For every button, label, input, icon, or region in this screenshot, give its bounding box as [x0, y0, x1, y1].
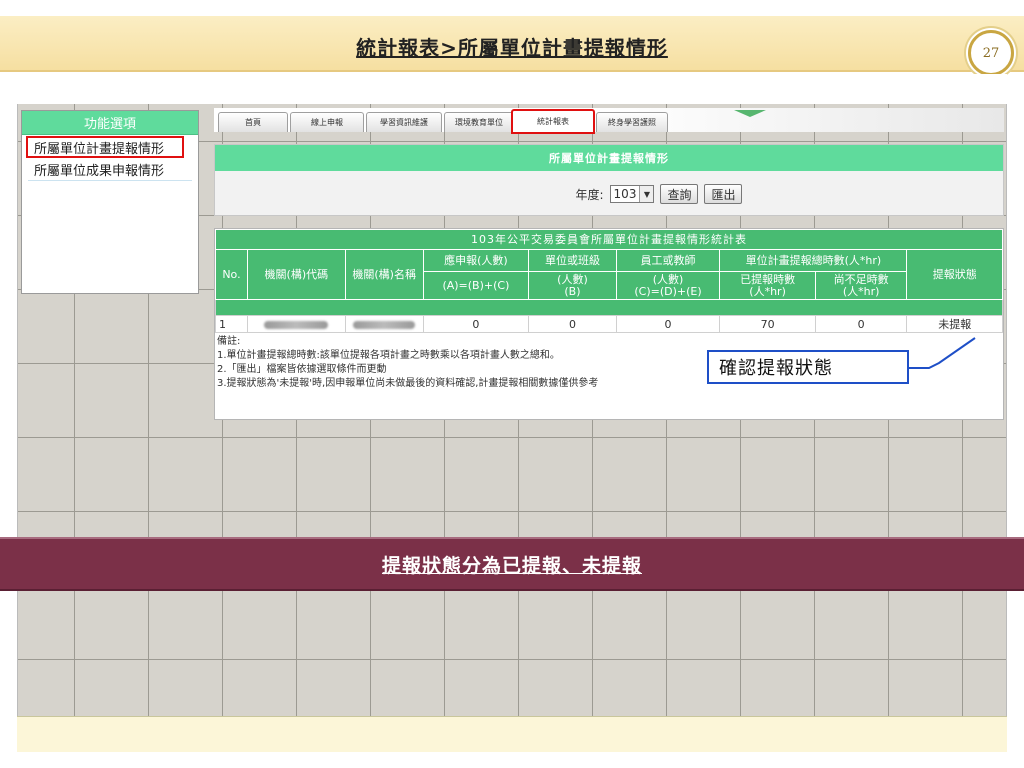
tab-online-report[interactable]: 線上申報 — [290, 112, 364, 132]
column-header-b-bottom: (B) — [564, 284, 581, 298]
main-title: 所屬單位計畫提報情形 — [215, 145, 1003, 171]
callout-box: 確認提報狀態 — [707, 350, 909, 384]
column-header-no: No. — [215, 249, 248, 300]
column-header-name: 機關(構)名稱 — [344, 249, 424, 300]
column-header-a-top: 應申報(人數) — [422, 249, 530, 272]
slide-title: 統計報表>所屬單位計畫提報情形 — [356, 36, 668, 60]
column-header-short: 尚不足時數 (人*hr) — [814, 271, 908, 300]
cell-reported: 70 — [719, 315, 816, 333]
callout-pointer — [909, 337, 976, 369]
tab-home[interactable]: 首頁 — [218, 112, 288, 132]
tab-statistics-report[interactable]: 統計報表 — [511, 109, 595, 134]
column-header-c-bottom: (C)=(D)+(E) — [634, 284, 702, 298]
sidebar-item-plan-report-status[interactable]: 所屬單位計畫提報情形 — [26, 136, 184, 158]
report-caption: 103年公平交易委員會所屬單位計畫提報情形統計表 — [215, 229, 1003, 250]
cell-a: 0 — [422, 315, 530, 333]
column-header-b-top: 單位或班級 — [528, 249, 617, 272]
cell-code-redacted — [246, 315, 346, 333]
tab-decoration — [734, 110, 766, 117]
column-header-hours-group: 單位計畫提報總時數(人*hr) — [719, 249, 908, 272]
tab-lifelong-passport[interactable]: 終身學習護照 — [596, 112, 668, 132]
sidebar: 功能選項 所屬單位計畫提報情形 所屬單位成果申報情形 — [21, 110, 199, 294]
report-table: 103年公平交易委員會所屬單位計畫提報情形統計表 No. 機關(構)代碼 機關(… — [215, 229, 1003, 333]
column-header-reported-bottom: (人*hr) — [749, 284, 786, 298]
banner-text: 提報狀態分為已提報、未提報 — [381, 554, 642, 577]
bottom-banner: 提報狀態分為已提報、未提報 — [0, 537, 1024, 591]
cell-b: 0 — [528, 315, 617, 333]
query-button[interactable]: 查詢 — [660, 184, 699, 204]
tab-learning-info[interactable]: 學習資訊維護 — [366, 112, 442, 132]
year-label: 年度: — [575, 187, 604, 202]
filter-row: 年度: 103 ▼ 查詢 匯出 — [215, 171, 1003, 217]
cell-no: 1 — [215, 315, 248, 333]
tab-bar: 首頁 線上申報 學習資訊維護 環境教育單位 統計報表 終身學習護照 — [214, 108, 1004, 134]
cell-short: 0 — [814, 315, 908, 333]
grid-bottom-strip — [17, 716, 1007, 752]
slide-header: 統計報表>所屬單位計畫提報情形 27 — [0, 16, 1024, 76]
column-header-c-top: 員工或教師 — [615, 249, 721, 272]
dropdown-arrow-icon: ▼ — [639, 186, 654, 202]
report-panel: 103年公平交易委員會所屬單位計畫提報情形統計表 No. 機關(構)代碼 機關(… — [214, 228, 1004, 420]
column-header-a-bottom: (A)=(B)+(C) — [422, 271, 530, 300]
header-strip — [215, 299, 1003, 316]
notes-heading: 備註: — [217, 336, 241, 347]
cell-name-redacted — [344, 315, 424, 333]
year-select[interactable]: 103 ▼ — [609, 185, 655, 203]
column-header-reported: 已提報時數 (人*hr) — [719, 271, 816, 300]
column-header-c-sub: (人數) (C)=(D)+(E) — [615, 271, 721, 300]
table-row: 1 0 0 0 70 0 未提報 — [215, 315, 1003, 333]
year-select-value: 103 — [613, 187, 637, 201]
column-header-short-bottom: (人*hr) — [842, 284, 880, 298]
cell-c: 0 — [615, 315, 721, 333]
tab-env-edu-unit[interactable]: 環境教育單位 — [444, 112, 514, 132]
column-header-code: 機關(構)代碼 — [246, 249, 346, 300]
main-panel: 所屬單位計畫提報情形 年度: 103 ▼ 查詢 匯出 — [214, 144, 1004, 216]
column-header-b-sub: (人數) (B) — [528, 271, 617, 300]
sidebar-header: 功能選項 — [22, 111, 198, 135]
grid-top-strip — [17, 74, 1007, 104]
export-button[interactable]: 匯出 — [704, 184, 743, 204]
page-number-badge: 27 — [968, 30, 1014, 76]
sidebar-item-result-report-status[interactable]: 所屬單位成果申報情形 — [28, 159, 192, 181]
column-header-status: 提報狀態 — [906, 249, 1003, 300]
